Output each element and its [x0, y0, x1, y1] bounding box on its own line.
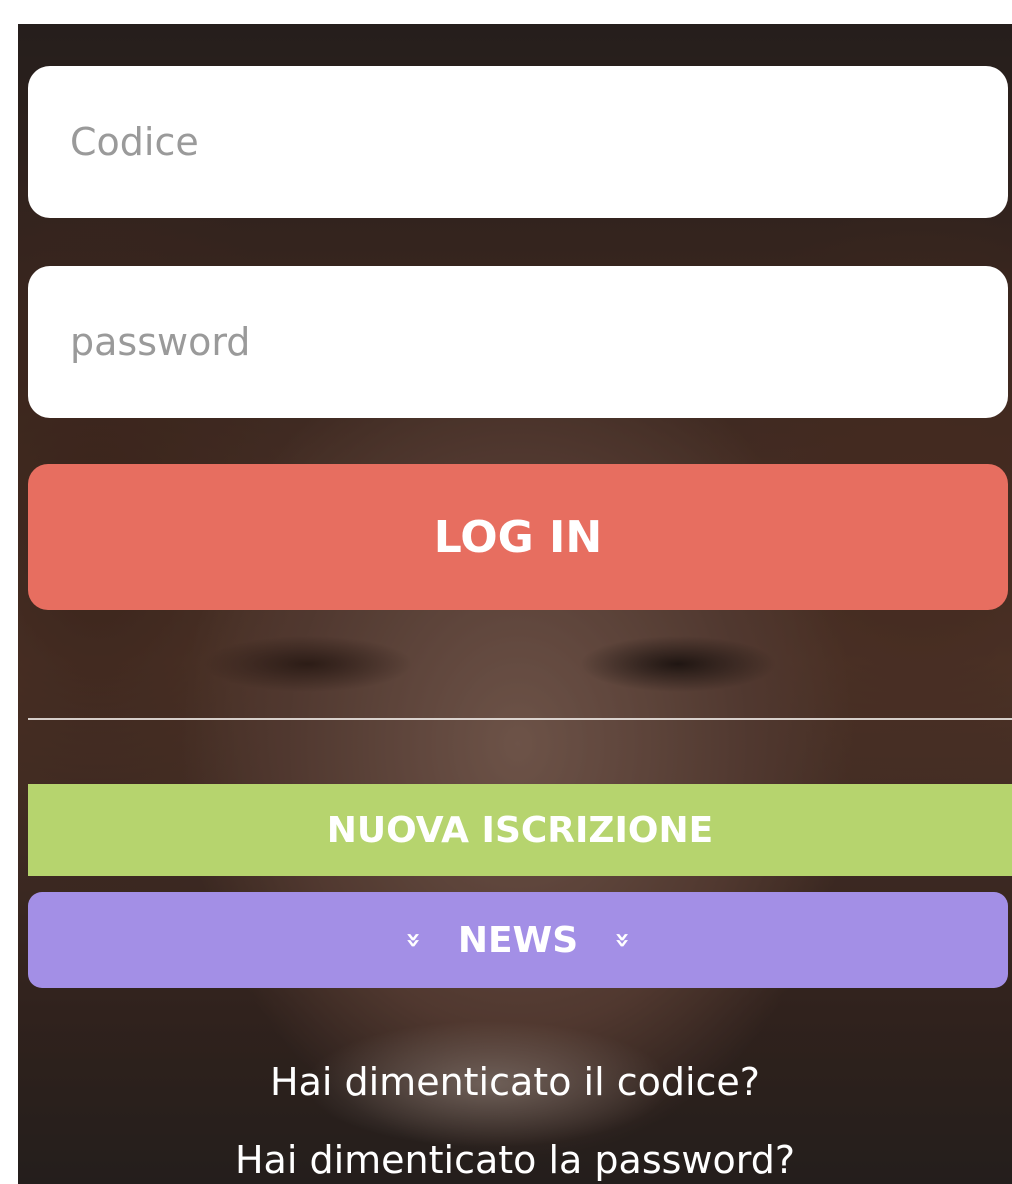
chevron-down-icon: » [607, 931, 638, 949]
new-registration-button[interactable]: NUOVA ISCRIZIONE [28, 784, 1012, 876]
password-field-container[interactable] [28, 266, 1008, 418]
login-button[interactable]: LOG IN [28, 464, 1008, 610]
forgot-password-link[interactable]: Hai dimenticato la password? [18, 1138, 1012, 1182]
chevron-down-icon: » [398, 931, 429, 949]
login-panel: LOG IN NUOVA ISCRIZIONE » NEWS » Hai dim… [18, 24, 1012, 1184]
code-input[interactable] [68, 119, 968, 165]
divider [28, 718, 1012, 720]
forgot-code-link[interactable]: Hai dimenticato il codice? [18, 1060, 1012, 1104]
news-button[interactable]: » NEWS » [28, 892, 1008, 988]
code-field-container[interactable] [28, 66, 1008, 218]
news-label: NEWS [457, 919, 579, 961]
password-input[interactable] [68, 319, 968, 365]
